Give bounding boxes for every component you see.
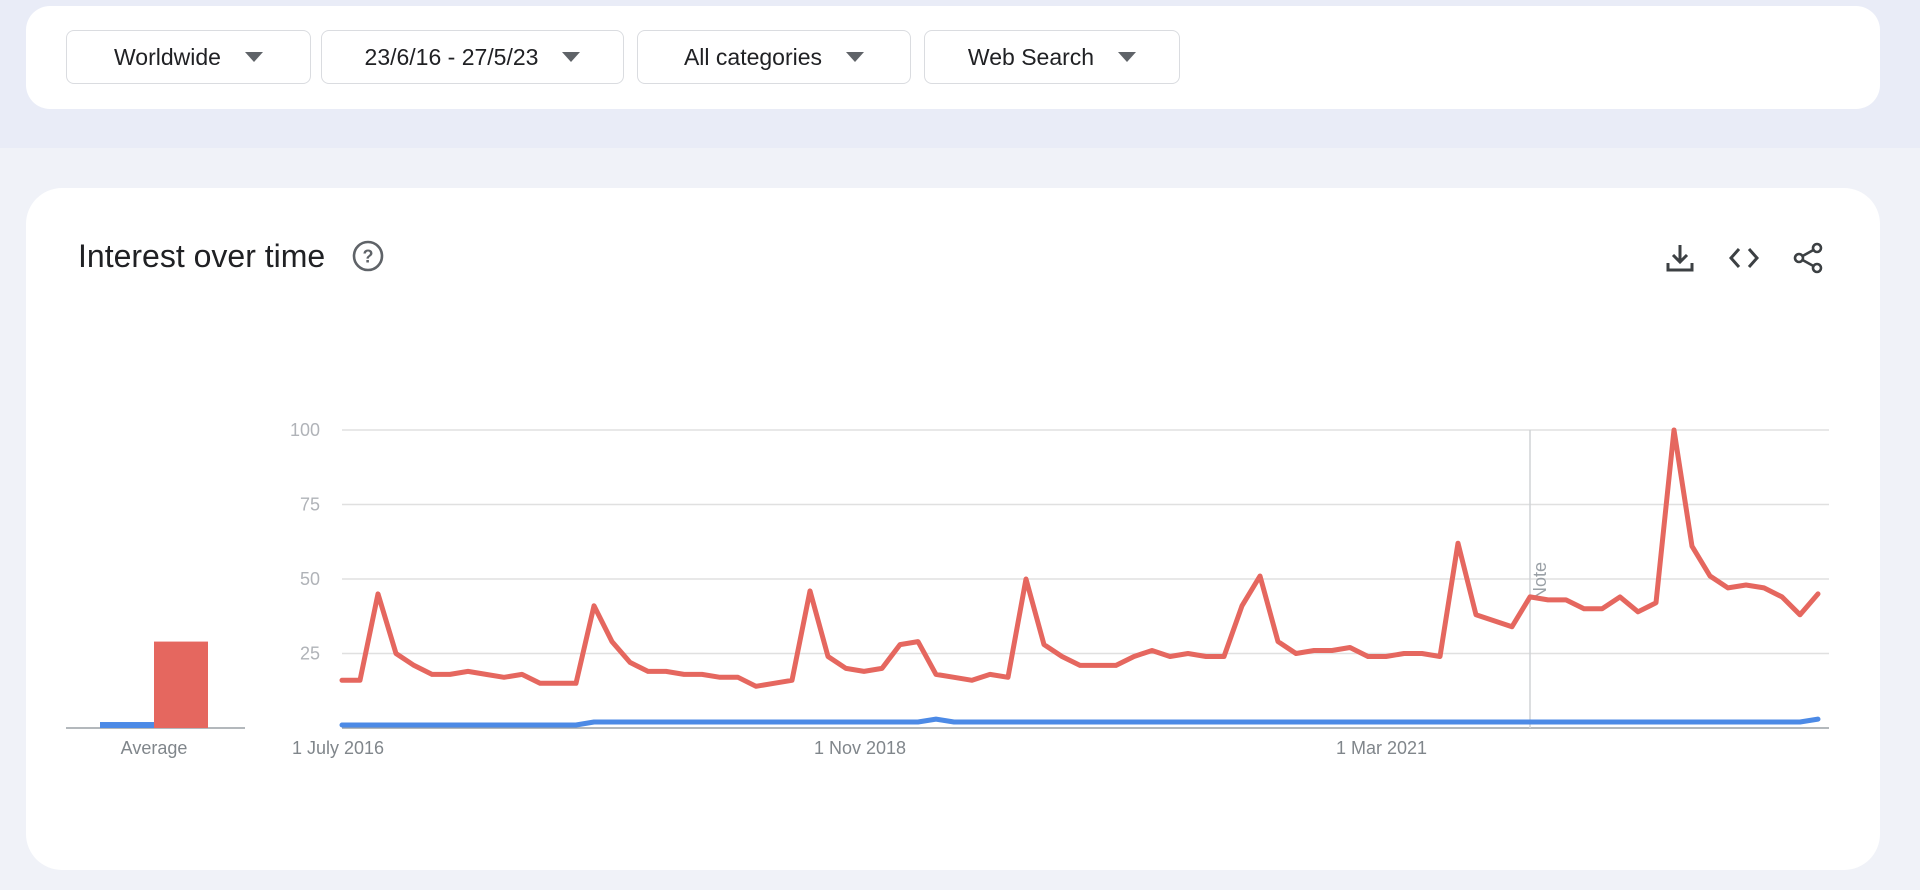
- caret-down-icon: [846, 52, 865, 62]
- interest-chart: 100 75 50 25 Note 1 July 2016 1 Nov 2018 1 Mar …: [66, 420, 1829, 758]
- region-dropdown[interactable]: Worldwide: [66, 30, 311, 84]
- search-type-dropdown[interactable]: Web Search: [924, 30, 1180, 84]
- average-bar-blue: [100, 722, 154, 728]
- series-line-blue: [339, 716, 1821, 728]
- caret-down-icon: [1118, 52, 1137, 62]
- x-tick-label: 1 Mar 2021: [1336, 738, 1427, 758]
- caret-down-icon: [562, 52, 581, 62]
- caret-down-icon: [244, 52, 263, 62]
- date-range-dropdown[interactable]: 23/6/16 - 27/5/23: [321, 30, 624, 84]
- filter-bar: Worldwide 23/6/16 - 27/5/23 All categori…: [26, 6, 1880, 109]
- interest-over-time-card: Interest over time ? 100 75 50 25 Note 1 July…: [26, 188, 1880, 870]
- average-label: Average: [121, 738, 188, 758]
- y-tick-label: 100: [290, 420, 320, 440]
- y-tick-label: 25: [300, 644, 320, 664]
- series-line-red: [339, 427, 1821, 689]
- note-label: Note: [1530, 562, 1550, 600]
- x-tick-label: 1 Nov 2018: [814, 738, 906, 758]
- date-range-label: 23/6/16 - 27/5/23: [364, 43, 539, 70]
- x-tick-label: 1 July 2016: [292, 738, 384, 758]
- category-dropdown[interactable]: All categories: [637, 30, 911, 84]
- region-label: Worldwide: [114, 43, 221, 70]
- y-tick-label: 50: [300, 569, 320, 589]
- search-type-label: Web Search: [967, 43, 1095, 70]
- y-tick-label: 75: [300, 495, 320, 515]
- average-bar-red: [154, 641, 208, 728]
- category-label: All categories: [683, 43, 823, 70]
